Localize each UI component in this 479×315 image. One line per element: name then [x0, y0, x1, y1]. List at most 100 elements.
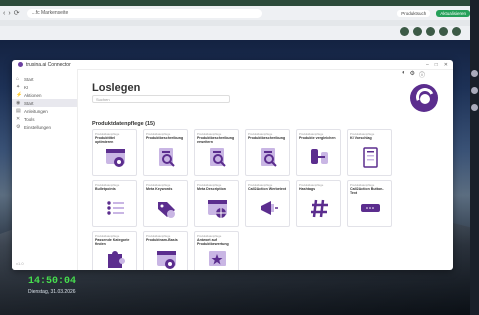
address-bar-row: ‹ › ⟳ ...fc Markenseite Produktsuch Aktu… — [0, 6, 470, 20]
forward-icon[interactable]: › — [8, 10, 10, 17]
review-icon — [209, 251, 226, 266]
url-field[interactable]: ...fc Markenseite — [26, 8, 262, 18]
puzzle-icon — [108, 251, 125, 268]
tool-card[interactable]: Produktdatenpflege Meta Description — [194, 180, 239, 227]
extension-icon[interactable] — [413, 27, 422, 36]
desktop-clock-date: Dienstag, 31.03.2026 — [28, 289, 76, 295]
tool-card[interactable]: Produktdatenpflege Produktnam-Basis — [143, 231, 188, 270]
back-icon[interactable]: ‹ — [3, 10, 5, 17]
dock-icon[interactable] — [471, 87, 478, 94]
sidebar-item-label: Aktionen — [24, 92, 42, 98]
app-logo-icon — [18, 62, 23, 67]
tool-card[interactable]: Produktdatenpflege Meta Keywords — [143, 180, 188, 227]
sync-button[interactable]: Aktualisieren — [436, 9, 470, 17]
window-gear-icon — [157, 251, 176, 269]
dock-icon[interactable] — [471, 104, 478, 111]
extension-icon[interactable] — [426, 27, 435, 36]
tool-card[interactable]: Produktdatenpflege KI Vorschlag — [347, 129, 392, 176]
sidebar-item[interactable]: ⌂ Start — [12, 75, 77, 83]
compare-icon — [311, 149, 328, 164]
tool-card-title: Antwort auf Produktbewertung — [197, 238, 229, 246]
tool-card-grid: Produktdatenpflege Produkttitel optimiere… — [92, 129, 392, 270]
sidebar-footer: v1.0 — [16, 261, 24, 266]
tool-card[interactable]: Produktdatenpflege Produktbeschreibung — [143, 129, 188, 176]
tool-card-title: Passende Kategorie finden — [95, 238, 130, 246]
doc-search-icon — [159, 148, 175, 167]
extension-icons — [400, 27, 461, 36]
right-dock — [470, 0, 479, 315]
page-title: Loslegen — [92, 82, 141, 94]
tool-card-title: Hashtags — [299, 187, 316, 191]
bookmarks-bar — [0, 20, 470, 26]
tool-card-title: Produktbeschreibung — [248, 136, 286, 140]
brand-logo — [410, 84, 438, 112]
main-content: ◐ ⚙ ⓘ Loslegen Suchen Produktdatenpflege… — [78, 69, 453, 270]
sidebar-item-label: KI — [24, 84, 29, 90]
product-search-pill[interactable]: Produktsuch — [397, 9, 431, 17]
tool-card[interactable]: Produktdatenpflege Hashtags — [296, 180, 341, 227]
hashtag-icon — [311, 199, 328, 218]
sidebar-item[interactable]: ⚡ Aktionen — [12, 91, 77, 99]
logo-icon: ◉ — [16, 99, 21, 106]
sidebar-item-label: Anleitungen — [24, 108, 48, 114]
tool-card-title: Produkte vergleichen — [299, 136, 336, 140]
tool-card-title: Bulletpoints — [95, 187, 116, 191]
extension-icon[interactable] — [400, 27, 409, 36]
tool-card[interactable]: Produktdatenpflege Produktbeschreibung — [245, 129, 290, 176]
maximize-icon[interactable]: □ — [435, 62, 438, 68]
button-icon — [361, 204, 380, 212]
document-icon — [363, 147, 378, 168]
tool-card[interactable]: Produktdatenpflege Produkttitel optimiere… — [92, 129, 137, 176]
tool-card-title: Call2Action Werbetext — [248, 187, 287, 191]
tools-icon: ✕ — [16, 115, 21, 122]
reload-icon[interactable]: ⟳ — [14, 9, 20, 17]
search-input[interactable]: Suchen — [92, 95, 230, 103]
extension-icon[interactable] — [452, 27, 461, 36]
megaphone-icon — [261, 201, 278, 215]
dock-icon[interactable] — [471, 70, 478, 77]
sidebar-item-label: Einstellungen — [24, 124, 52, 130]
window-controls: – □ ✕ — [426, 62, 453, 68]
sidebar-item-label: Start — [24, 76, 34, 82]
extension-icon[interactable] — [439, 27, 448, 36]
minimize-icon[interactable]: – — [426, 62, 429, 68]
sidebar-item[interactable]: ✕ Tools — [12, 115, 77, 123]
top-toolbar: ◐ ⚙ ⓘ — [402, 70, 425, 79]
doc-search-icon — [261, 148, 277, 167]
tool-card-title: Call2Action Button-Text — [350, 187, 384, 195]
tool-card-title: Meta Description — [197, 187, 226, 191]
app-window-title: trusina.ai Connector — [26, 61, 71, 68]
sidebar-item[interactable]: ◉ Start — [12, 99, 77, 107]
desktop-clock-time: 14:50:04 — [28, 276, 77, 287]
tool-card[interactable]: Produktdatenpflege Call2Action Button-Tex… — [347, 180, 392, 227]
book-icon: ▤ — [16, 107, 21, 114]
sidebar-item[interactable]: ✦ KI — [12, 83, 77, 91]
info-icon[interactable]: ⓘ — [419, 70, 425, 79]
close-icon[interactable]: ✕ — [444, 62, 448, 68]
tool-card-title: Produktbeschreibung erweitern — [197, 136, 235, 144]
sidebar-item[interactable]: ▤ Anleitungen — [12, 107, 77, 115]
tool-card[interactable]: Produktdatenpflege Antwort auf Produktbew… — [194, 231, 239, 270]
tool-card[interactable]: Produktdatenpflege Produktbeschreibung er… — [194, 129, 239, 176]
theme-icon[interactable]: ◐ — [402, 70, 406, 79]
web-icon — [208, 200, 227, 218]
tool-card-title: Meta Keywords — [146, 187, 173, 191]
bolt-icon: ⚡ — [16, 91, 23, 98]
connector-app-window: trusina.ai Connector – □ ✕ ⌂ Start ✦ KI ⚡ Akt… — [12, 60, 453, 270]
tag-icon — [158, 202, 175, 218]
home-icon: ⌂ — [16, 75, 20, 82]
section-title: Produktdatenpflege (15) — [92, 121, 155, 127]
sidebar-item-label: Start — [24, 100, 34, 106]
gear-icon: ⚙ — [16, 123, 21, 130]
sidebar: ⌂ Start ✦ KI ⚡ Aktionen ◉ Start ▤ Anleitungen ✕ Too… — [12, 69, 78, 270]
tool-card[interactable]: Produktdatenpflege Passende Kategorie fin… — [92, 231, 137, 270]
tool-card[interactable]: Produktdatenpflege Call2Action Werbetext — [245, 180, 290, 227]
sidebar-item[interactable]: ⚙ Einstellungen — [12, 123, 77, 131]
tool-card[interactable]: Produktdatenpflege Produkte vergleichen — [296, 129, 341, 176]
doc-search-icon — [210, 148, 226, 167]
settings-icon[interactable]: ⚙ — [410, 70, 415, 79]
sidebar-item-label: Tools — [24, 116, 35, 122]
window-gear-icon — [106, 149, 125, 167]
tool-card[interactable]: Produktdatenpflege Bulletpoints — [92, 180, 137, 227]
tool-card-title: Produktnam-Basis — [146, 238, 178, 242]
